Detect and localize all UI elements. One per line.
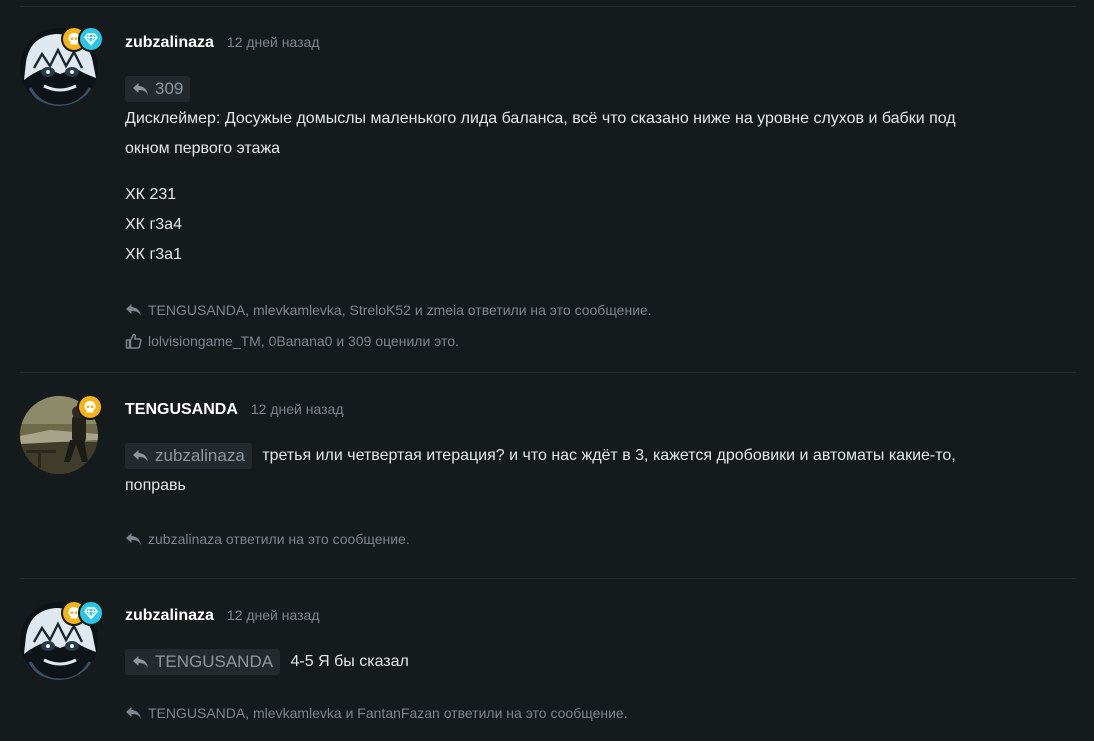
quoted-user-label: zubzalinaza bbox=[155, 445, 245, 465]
reply-arrow-icon bbox=[126, 304, 141, 316]
divider bbox=[20, 578, 1076, 579]
username[interactable]: zubzalinaza bbox=[125, 607, 214, 625]
avatar-container bbox=[20, 26, 104, 108]
quoted-user-label: 309 bbox=[155, 79, 184, 98]
thumbs-up-icon bbox=[125, 333, 142, 349]
post-content: zubzalinaza 12 дней назад TENGUSANDA 4-5… bbox=[125, 607, 1070, 723]
body-line: Дисклеймер: Досужые домыслы маленького л… bbox=[125, 110, 956, 127]
likes-text: lolvisiongame_TM, 0Banana0 и 309 оценили… bbox=[148, 333, 459, 349]
timestamp[interactable]: 12 дней назад bbox=[227, 34, 320, 50]
reply-arrow-icon bbox=[126, 533, 141, 545]
username[interactable]: TENGUSANDA bbox=[125, 401, 238, 419]
body-line: 4-5 Я бы сказал bbox=[290, 653, 409, 670]
body-line: третья или четвертая итерация? и что нас… bbox=[262, 447, 956, 464]
replies-summary[interactable]: TENGUSANDA, mlevkamlevka и FantanFazan о… bbox=[125, 703, 1070, 723]
post-body: zubzalinaza третья или четвертая итераци… bbox=[125, 441, 1070, 501]
replies-text: TENGUSANDA, mlevkamlevka, StreloK52 и zm… bbox=[148, 302, 652, 318]
post-content: TENGUSANDA 12 дней назад zubzalinaza тре… bbox=[125, 401, 1070, 549]
post-list: ХК 231 ХК г3а4 ХК г3а1 bbox=[125, 180, 1070, 270]
quoted-user-button[interactable]: zubzalinaza bbox=[125, 442, 252, 469]
body-line: поправь bbox=[125, 477, 186, 494]
username[interactable]: zubzalinaza bbox=[125, 34, 214, 52]
timestamp[interactable]: 12 дней назад bbox=[251, 401, 344, 417]
skull-icon bbox=[84, 401, 96, 413]
avatar-container bbox=[20, 600, 104, 682]
post-header: zubzalinaza 12 дней назад bbox=[125, 607, 1070, 627]
skull-badge[interactable] bbox=[77, 394, 103, 420]
post-content: zubzalinaza 12 дней назад 309 Дисклеймер… bbox=[125, 34, 1070, 351]
post-header: zubzalinaza 12 дней назад bbox=[125, 34, 1070, 54]
reply-arrow-icon bbox=[133, 83, 148, 95]
reply-arrow-icon bbox=[133, 655, 148, 668]
post-body: TENGUSANDA 4-5 Я бы сказал bbox=[125, 647, 1070, 677]
list-item: ХК 231 bbox=[125, 186, 177, 203]
diamond-icon bbox=[84, 607, 98, 620]
list-item: ХК г3а1 bbox=[125, 246, 182, 263]
post-header: TENGUSANDA 12 дней назад bbox=[125, 401, 1070, 421]
replies-text: TENGUSANDA, mlevkamlevka и FantanFazan о… bbox=[148, 705, 628, 721]
reply-arrow-icon bbox=[133, 449, 148, 462]
likes-summary[interactable]: lolvisiongame_TM, 0Banana0 и 309 оценили… bbox=[125, 331, 1070, 351]
post-body: Дисклеймер: Досужые домыслы маленького л… bbox=[125, 104, 1070, 164]
diamond-badge[interactable] bbox=[78, 26, 104, 52]
diamond-icon bbox=[84, 33, 98, 46]
quoted-user-button[interactable]: TENGUSANDA bbox=[125, 648, 281, 675]
replies-summary[interactable]: TENGUSANDA, mlevkamlevka, StreloK52 и zm… bbox=[125, 300, 1070, 320]
diamond-badge[interactable] bbox=[78, 600, 104, 626]
divider bbox=[20, 6, 1076, 7]
divider bbox=[20, 372, 1076, 373]
avatar-container bbox=[20, 394, 103, 476]
list-item: ХК г3а4 bbox=[125, 216, 182, 233]
reply-arrow-icon bbox=[126, 707, 141, 719]
replies-summary[interactable]: zubzalinaza ответили на это сообщение. bbox=[125, 529, 1070, 549]
body-line: окном первого этажа bbox=[125, 140, 281, 157]
quoted-user-button[interactable]: 309 bbox=[125, 76, 191, 102]
quoted-user-label: TENGUSANDA bbox=[155, 651, 274, 671]
timestamp[interactable]: 12 дней назад bbox=[227, 607, 320, 623]
replies-text: zubzalinaza ответили на это сообщение. bbox=[148, 531, 410, 547]
comment-feed: zubzalinaza 12 дней назад 309 Дисклеймер… bbox=[0, 0, 1094, 741]
